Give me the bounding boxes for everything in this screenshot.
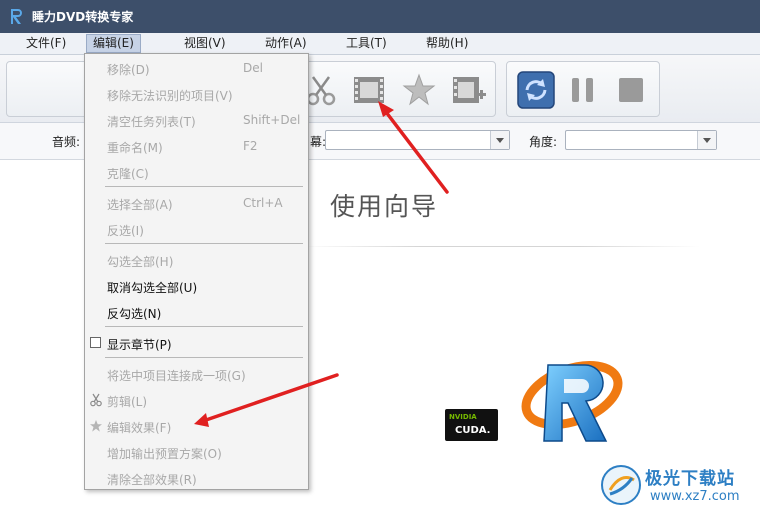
- menu-item-show-chapters[interactable]: 显示章节(P): [85, 332, 308, 354]
- app-large-logo-icon: [521, 361, 623, 442]
- menu-item-check-all[interactable]: 勾选全部(H): [85, 249, 308, 271]
- menu-view[interactable]: 视图(V): [178, 35, 232, 52]
- menu-item-uncheck-all[interactable]: 取消勾选全部(U): [85, 275, 308, 297]
- show-chapters-checkbox[interactable]: [90, 337, 101, 348]
- wizard-title: 使用向导: [330, 192, 439, 221]
- menu-item-rename[interactable]: 重命名(M) F2: [85, 135, 308, 157]
- nvidia-brand: NVIDIA: [449, 413, 477, 421]
- star-icon: [90, 420, 102, 432]
- convert-icon[interactable]: [517, 71, 555, 109]
- chevron-down-icon[interactable]: [490, 131, 509, 149]
- menu-separator: [105, 186, 303, 187]
- menu-edit[interactable]: 编辑(E): [86, 34, 141, 53]
- star-icon[interactable]: [401, 72, 437, 108]
- menu-item-add-output-preset[interactable]: 增加输出预置方案(O): [85, 441, 308, 463]
- menu-file[interactable]: 文件(F): [20, 35, 72, 52]
- angle-select[interactable]: [565, 130, 717, 150]
- cuda-label: CUDA.: [455, 425, 491, 436]
- menu-item-clone[interactable]: 克隆(C): [85, 161, 308, 183]
- menu-item-invert-check[interactable]: 反勾选(N): [85, 301, 308, 323]
- title-bar: 睡力DVD转换专家: [0, 0, 760, 33]
- menu-item-select-all[interactable]: 选择全部(A) Ctrl+A: [85, 192, 308, 214]
- menu-item-trim[interactable]: 剪辑(L): [85, 389, 308, 411]
- angle-label: 角度:: [529, 135, 558, 149]
- watermark-name: 极光下载站: [645, 469, 735, 489]
- menu-item-edit-effects[interactable]: 编辑效果(F): [85, 415, 308, 437]
- menu-item-remove-unrecognized[interactable]: 移除无法识别的项目(V): [85, 83, 308, 105]
- edit-menu-dropdown: 移除(D) Del 移除无法识别的项目(V) 清空任务列表(T) Shift+D…: [84, 53, 309, 490]
- film-icon[interactable]: [351, 72, 387, 108]
- subtitle-select[interactable]: [325, 130, 510, 150]
- menu-separator: [105, 243, 303, 244]
- stop-icon[interactable]: [613, 72, 649, 108]
- pause-icon[interactable]: [565, 72, 601, 108]
- menu-separator: [105, 326, 303, 327]
- watermark-url: www.xz7.com: [650, 489, 740, 504]
- scissors-icon: [90, 393, 102, 407]
- menu-item-invert-selection[interactable]: 反选(I): [85, 218, 308, 240]
- watermark-logo-icon: [601, 465, 641, 505]
- menu-help[interactable]: 帮助(H): [420, 35, 474, 52]
- menu-item-join-selected[interactable]: 将选中项目连接成一项(G): [85, 363, 308, 385]
- app-logo-icon: [11, 9, 22, 24]
- menu-item-clear-task-list[interactable]: 清空任务列表(T) Shift+Del: [85, 109, 308, 131]
- film-add-icon[interactable]: [451, 72, 487, 108]
- chevron-down-icon[interactable]: [697, 131, 716, 149]
- menu-action[interactable]: 动作(A): [259, 35, 313, 52]
- wizard-divider: [300, 246, 700, 247]
- menu-separator: [105, 357, 303, 358]
- menu-bar: 文件(F) 编辑(E) 视图(V) 动作(A) 工具(T) 帮助(H): [0, 33, 760, 55]
- menu-tools[interactable]: 工具(T): [340, 35, 393, 52]
- subtitle-label: 幕:: [310, 135, 327, 149]
- menu-item-clear-all-effects[interactable]: 清除全部效果(R): [85, 467, 308, 489]
- toolbar-convert-group: [506, 61, 660, 117]
- window-title: 睡力DVD转换专家: [32, 10, 134, 24]
- nvidia-cuda-badge: NVIDIA CUDA.: [445, 409, 498, 441]
- audio-label: 音频:: [52, 135, 81, 149]
- menu-item-remove[interactable]: 移除(D) Del: [85, 57, 308, 79]
- watermark: 极光下载站 www.xz7.com: [600, 462, 756, 512]
